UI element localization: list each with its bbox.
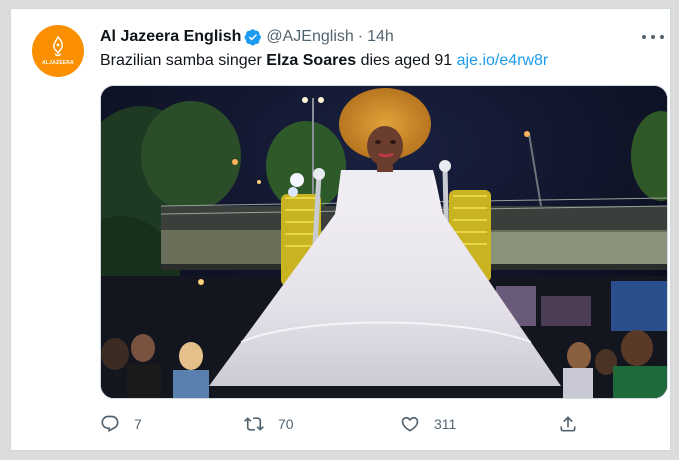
retweet-count: 70 xyxy=(278,416,294,432)
tweet-text-before: Brazilian samba singer xyxy=(100,52,267,69)
avatar-logo-text: ALJAZEERA xyxy=(42,60,74,66)
tweet-photo[interactable] xyxy=(100,85,668,399)
tweet-timestamp[interactable]: 14h xyxy=(367,27,394,47)
share-button[interactable] xyxy=(558,414,578,434)
reply-count: 7 xyxy=(134,416,142,432)
display-name[interactable]: Al Jazeera English xyxy=(100,27,241,47)
share-icon xyxy=(560,416,576,432)
separator-dot: · xyxy=(357,28,364,45)
tweet-link[interactable]: aje.io/e4rw8r xyxy=(457,52,549,69)
carnival-photo-illustration xyxy=(101,86,667,398)
more-dot xyxy=(660,35,664,39)
tweet-actions-bar: 7 70 311 xyxy=(100,414,580,438)
retweet-button[interactable]: 70 xyxy=(244,414,294,434)
reply-button[interactable]: 7 xyxy=(100,414,142,434)
avatar[interactable]: ALJAZEERA xyxy=(32,25,84,77)
heart-icon xyxy=(401,416,419,432)
like-count: 311 xyxy=(434,416,457,432)
more-dots-icon[interactable] xyxy=(642,29,664,45)
tweet-header: Al Jazeera English @AJEnglish · 14h xyxy=(100,27,394,47)
reply-icon xyxy=(101,415,119,433)
like-button[interactable]: 311 xyxy=(400,414,456,434)
tweet-text: Brazilian samba singer Elza Soares dies … xyxy=(100,51,548,71)
tweet-text-after: dies aged 91 xyxy=(356,52,457,69)
user-handle[interactable]: @AJEnglish xyxy=(266,27,353,47)
aljazeera-logo-icon xyxy=(53,36,63,57)
more-dot xyxy=(642,35,646,39)
tweet-card[interactable]: ALJAZEERA Al Jazeera English @AJEnglish … xyxy=(10,8,671,451)
more-dot xyxy=(651,35,655,39)
tweet-text-bold: Elza Soares xyxy=(266,52,357,69)
verified-badge-icon xyxy=(244,29,262,46)
retweet-icon xyxy=(244,417,264,431)
screenshot-frame: ALJAZEERA Al Jazeera English @AJEnglish … xyxy=(0,0,679,460)
